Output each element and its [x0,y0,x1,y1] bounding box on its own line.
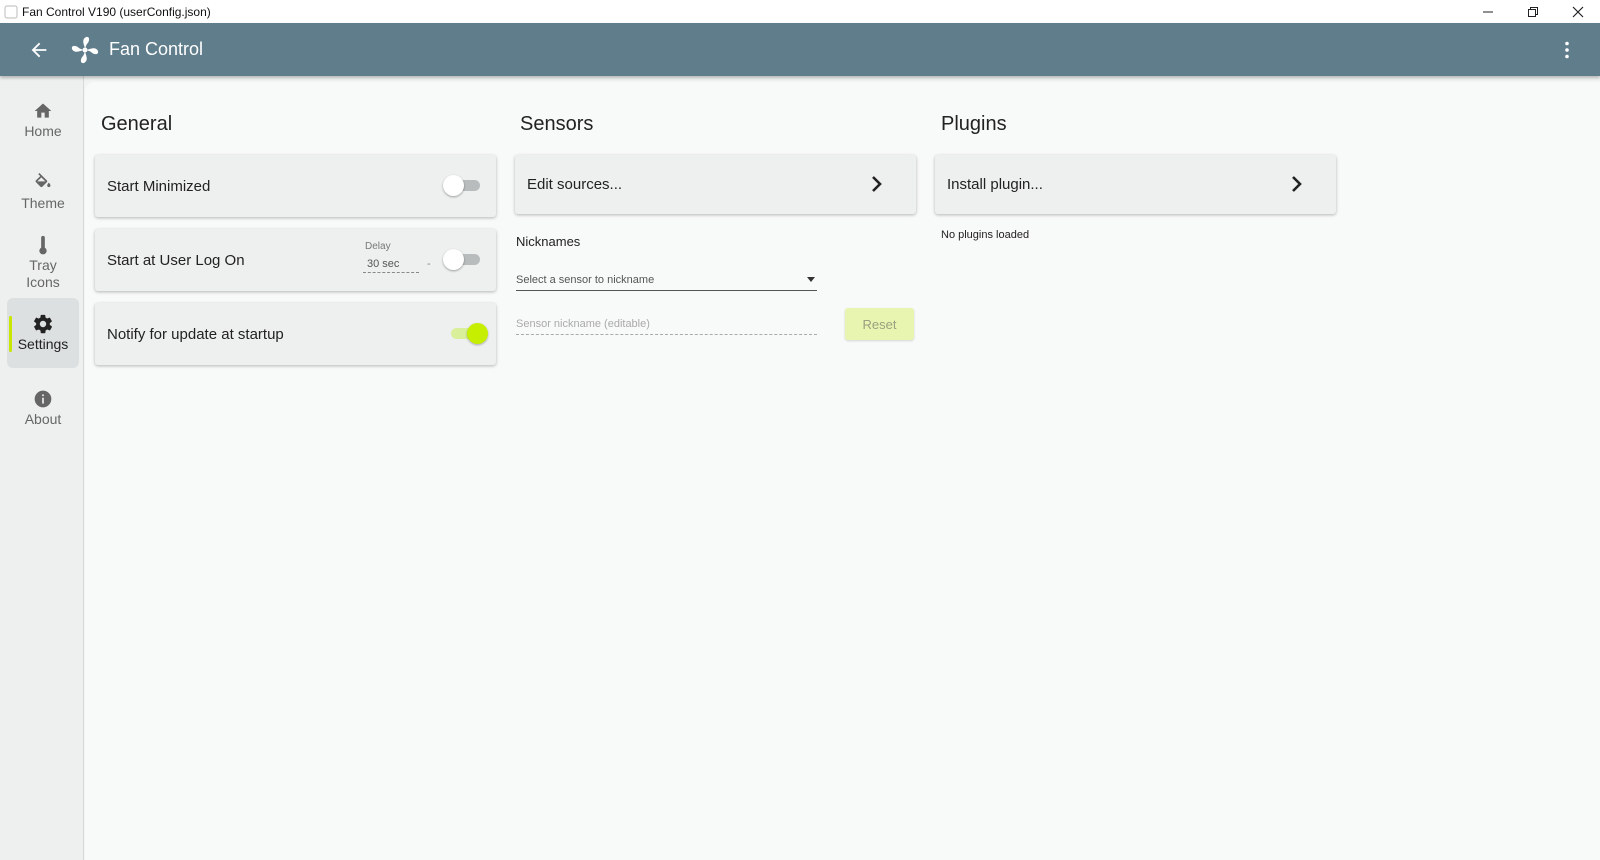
sidebar-item-tray-icons[interactable]: Tray Icons [7,228,79,296]
delay-caption: Delay [365,241,391,252]
close-button[interactable] [1555,0,1600,23]
delay-dash: - [427,258,431,270]
caret-down-icon [807,277,815,282]
minimize-button[interactable] [1465,0,1510,23]
fan-icon [70,35,100,65]
plugins-section-title: Plugins [941,113,1007,135]
settings-content: General Start Minimized Start at User Lo… [85,82,1600,860]
general-section-title: General [101,113,173,135]
app-title: Fan Control [109,39,204,59]
sidebar-item-theme[interactable]: Theme [7,162,79,222]
delay-field[interactable]: Delay 30 sec [363,241,419,273]
restore-button[interactable] [1510,0,1555,23]
sensor-select[interactable]: Select a sensor to nickname [516,266,817,291]
paint-bucket-icon [33,172,53,194]
edit-sources-button[interactable]: Edit sources... [515,155,916,214]
sensors-section-title: Sensors [520,113,594,135]
app-bar: Fan Control [0,23,1600,76]
window-controls [1465,0,1600,23]
start-minimized-toggle[interactable] [443,175,483,196]
notify-update-card: Notify for update at startup [95,303,496,365]
sidebar-item-label: Settings [17,336,69,352]
sidebar-item-label: About [24,411,62,427]
sidebar: Home Theme Tray Icons Settings About [0,76,84,860]
info-icon [33,388,53,410]
install-plugin-label: Install plugin... [947,176,1043,193]
gear-icon [32,313,54,335]
notify-update-toggle[interactable] [448,323,488,344]
home-icon [33,100,53,122]
start-minimized-card: Start Minimized [95,155,496,217]
chevron-right-icon [1287,174,1307,194]
sensor-nickname-input[interactable]: Sensor nickname (editable) [516,310,817,335]
chevron-right-icon [867,174,887,194]
sidebar-item-settings[interactable]: Settings [7,298,79,368]
notify-update-label: Notify for update at startup [107,325,284,343]
back-button[interactable] [22,33,56,67]
close-icon [1572,6,1583,17]
start-at-logon-toggle[interactable] [443,249,483,270]
start-minimized-label: Start Minimized [107,177,211,195]
plugins-status: No plugins loaded [941,229,1030,241]
start-at-logon-card: Start at User Log On Delay 30 sec - [95,229,496,291]
sidebar-item-about[interactable]: About [7,378,79,438]
minimize-icon [1482,11,1493,12]
thermometer-icon [36,234,50,256]
delay-value[interactable]: 30 sec [363,258,419,273]
reset-button[interactable]: Reset [845,308,914,340]
edit-sources-label: Edit sources... [527,176,623,193]
sensor-select-placeholder: Select a sensor to nickname [516,274,655,286]
install-plugin-button[interactable]: Install plugin... [935,155,1336,214]
app-icon [4,5,18,18]
sensor-nickname-placeholder: Sensor nickname (editable) [516,318,650,330]
arrow-left-icon [31,42,47,57]
window-title: Fan Control V190 (userConfig.json) [22,4,211,19]
sidebar-item-label: Theme [21,195,65,211]
sidebar-item-label: Tray Icons [26,256,60,290]
window-titlebar: Fan Control V190 (userConfig.json) [0,0,1600,23]
start-at-logon-label: Start at User Log On [107,251,245,269]
more-vertical-icon [1565,41,1569,59]
sidebar-item-label: Home [24,123,62,139]
nicknames-label: Nicknames [516,234,581,249]
restore-icon [1527,6,1538,17]
sidebar-item-home[interactable]: Home [7,90,79,150]
more-menu-button[interactable] [1552,35,1582,65]
